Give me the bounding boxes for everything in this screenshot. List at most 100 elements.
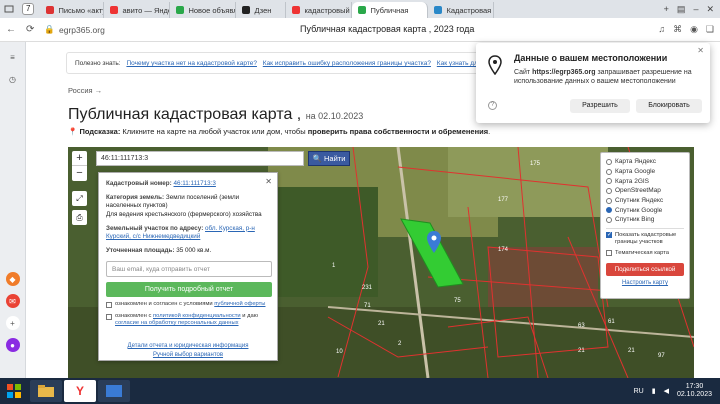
layer-radio[interactable]	[606, 158, 612, 165]
close-popup-icon[interactable]: ✕	[697, 46, 704, 55]
thematic-option[interactable]: Тематическая карта	[606, 249, 684, 258]
add-panel-icon[interactable]: +	[5, 316, 20, 330]
plot-number-label: 177	[498, 197, 509, 203]
heading-date: на 02.10.2023	[305, 111, 364, 121]
layer-panel: Карта Яндекс Карта Google Карта 2GIS OpenSt…	[600, 152, 690, 299]
tab-label: Публичная	[370, 5, 409, 15]
category-label: Категория земель:	[106, 194, 165, 202]
zoom-out-button[interactable]: −	[72, 166, 87, 181]
layer-option[interactable]: Карта Яндекс	[606, 157, 684, 167]
show-borders-option[interactable]: ✓ Показать кадастровые границы участков	[606, 231, 684, 247]
privacy-mid: и даю	[242, 312, 259, 319]
layer-option[interactable]: Спутник Яндекс	[606, 196, 684, 206]
volume-icon[interactable]: ◀	[664, 387, 669, 395]
block-button[interactable]: Блокировать	[636, 99, 702, 113]
layer-option[interactable]: Карта Google	[606, 167, 684, 177]
configure-map-link[interactable]: Настроить карту	[606, 280, 684, 286]
cadastral-map[interactable]: 175177751742312171163612102121978 + − ⤢ …	[68, 147, 694, 378]
back-icon[interactable]: ←	[6, 24, 16, 35]
network-icon[interactable]: ▮	[652, 387, 656, 395]
browser-tab[interactable]: кадастровый н	[286, 2, 353, 18]
start-button[interactable]	[0, 378, 28, 404]
browser-tab[interactable]: Письмо «актуал	[40, 2, 105, 18]
yandex-app-icon[interactable]: ◆	[5, 272, 20, 286]
share-link-button[interactable]: Поделиться ссылкой	[606, 263, 684, 277]
window-menu-icon[interactable]	[0, 0, 18, 18]
bookmark-icon[interactable]: ❏	[706, 24, 714, 35]
layer-option[interactable]: Спутник Bing	[606, 215, 684, 225]
browser-tab[interactable]: Новое объявлен	[170, 2, 237, 18]
windows-logo-icon	[7, 384, 21, 398]
browser-tab[interactable]: Дзен	[236, 2, 287, 18]
link-no-plot[interactable]: Почему участка нет на кадастровой карте?	[126, 60, 257, 67]
layer-radio[interactable]	[606, 187, 612, 194]
show-borders-checkbox[interactable]: ✓	[606, 231, 612, 238]
offer-checkbox[interactable]	[106, 302, 112, 309]
explorer-taskbar-icon[interactable]	[30, 380, 62, 402]
layer-option[interactable]: OpenStreetMap	[606, 186, 684, 196]
clock-icon[interactable]: ◷	[6, 72, 20, 86]
close-card-icon[interactable]: ✕	[265, 177, 272, 186]
plot-number-label: 21	[578, 348, 585, 354]
minimize-icon[interactable]: –	[693, 4, 698, 15]
allow-button[interactable]: Разрешить	[570, 99, 630, 113]
language-indicator[interactable]: RU	[634, 388, 644, 395]
alice-icon[interactable]: ●	[5, 338, 20, 352]
report-details-link[interactable]: Детали отчета и юридическая информация	[106, 342, 270, 351]
layer-radio[interactable]	[606, 216, 612, 223]
find-button-label: Найти	[324, 154, 346, 163]
privacy-consent[interactable]: ознакомлен с политикой конфиденциальност…	[106, 313, 270, 328]
layer-radio[interactable]	[606, 207, 612, 214]
new-tab-icon[interactable]: +	[664, 4, 669, 15]
tabs-list-icon[interactable]: ▤	[677, 4, 686, 15]
manual-choice-link[interactable]: Ручной выбор вариантов	[106, 351, 270, 360]
search-icon: 🔍	[312, 154, 322, 163]
layer-radio[interactable]	[606, 197, 612, 204]
hint-line: 📍 Подсказка: Кликните на карте на любой …	[68, 127, 490, 136]
app-taskbar-icon[interactable]	[98, 380, 130, 402]
useful-links-bar: Полезно знать: Почему участка нет на кад…	[66, 52, 516, 74]
cadnum-link[interactable]: 46:11:111713:3	[174, 180, 216, 187]
layer-radio[interactable]	[606, 168, 612, 175]
yandex-browser-taskbar-icon[interactable]: Y	[64, 380, 96, 402]
privacy-link[interactable]: политикой конфиденциальности	[153, 313, 241, 319]
help-icon[interactable]: ?	[488, 101, 497, 110]
offer-consent[interactable]: ознакомлен и согласен с условиями публич…	[106, 301, 270, 309]
breadcrumb[interactable]: Россия →	[68, 86, 102, 95]
layer-radio[interactable]	[606, 178, 612, 185]
tab-counter[interactable]: 7	[22, 3, 35, 15]
url-field[interactable]: 🔒 egrp365.org	[44, 24, 104, 35]
clock[interactable]: 17:30 02.10.2023	[677, 383, 712, 400]
get-report-button[interactable]: Получить подробный отчет	[106, 282, 272, 298]
layer-option[interactable]: Карта 2GIS	[606, 176, 684, 186]
thematic-checkbox[interactable]	[606, 249, 612, 256]
offer-link[interactable]: публичной оферты	[214, 301, 265, 307]
layer-option[interactable]: Спутник Google	[606, 205, 684, 215]
personal-data-link[interactable]: согласие на обработку персональных данны…	[115, 320, 239, 326]
browser-tab[interactable]: Кадастровая к	[428, 2, 495, 18]
tab-favicon-icon	[242, 6, 251, 14]
zoom-controls: + −	[72, 151, 87, 181]
permission-site: https://egrp365.org	[532, 69, 596, 76]
hint-bold: проверить права собственности и обремене…	[307, 127, 489, 136]
browser-tab[interactable]: Публичная	[352, 2, 429, 18]
email-input[interactable]: Ваш email, куда отправить отчет	[106, 261, 272, 278]
fullscreen-icon[interactable]: ⤢	[72, 191, 87, 206]
print-icon[interactable]: ⎙	[72, 210, 87, 225]
find-button[interactable]: 🔍 Найти	[308, 151, 350, 166]
close-window-icon[interactable]: ✕	[706, 4, 714, 15]
translate-icon[interactable]: ⌘	[673, 24, 682, 35]
headphones-icon[interactable]: ♫	[658, 24, 665, 35]
location-icon[interactable]: ◉	[690, 24, 698, 35]
browser-tab[interactable]: авито — Яндекс	[104, 2, 171, 18]
menu-icon[interactable]: ≡	[6, 50, 20, 64]
zoom-in-button[interactable]: +	[72, 151, 87, 166]
reload-icon[interactable]: ⟳	[26, 24, 34, 35]
plot-number-label: 10	[336, 349, 343, 355]
link-fix-border[interactable]: Как исправить ошибку расположения границ…	[263, 60, 431, 67]
cadnum-search-input[interactable]: 46:11:111713:3	[96, 151, 304, 166]
lock-icon: 🔒	[44, 24, 55, 34]
mail-icon[interactable]: ✉	[5, 294, 20, 308]
privacy-checkbox[interactable]	[106, 313, 112, 320]
map-marker-icon[interactable]	[427, 231, 441, 253]
